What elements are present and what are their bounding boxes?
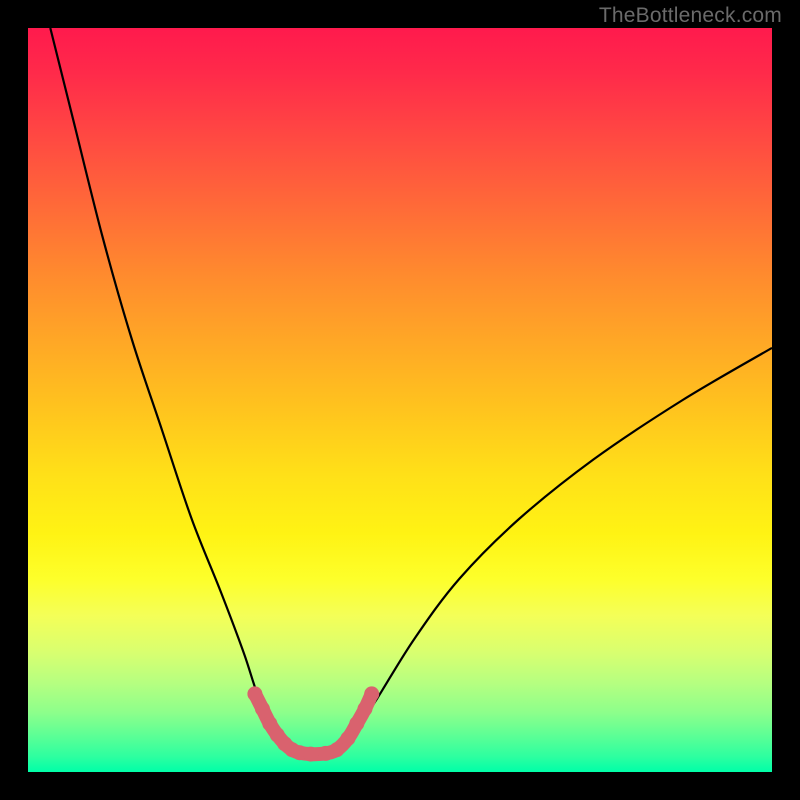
- bottleneck-curve: [50, 28, 772, 754]
- minimum-highlight-dot: [340, 731, 355, 746]
- curve-overlay: [28, 28, 772, 772]
- watermark-text: TheBottleneck.com: [599, 4, 782, 28]
- minimum-highlight-dot: [358, 701, 373, 716]
- minimum-highlight-dot: [329, 742, 344, 757]
- minimum-highlight-dot: [364, 686, 379, 701]
- minimum-highlight: [247, 686, 379, 761]
- chart-frame: TheBottleneck.com: [0, 0, 800, 800]
- plot-area: [28, 28, 772, 772]
- bottleneck-curve-line: [50, 28, 772, 754]
- minimum-highlight-dot: [349, 716, 364, 731]
- minimum-highlight-dot: [247, 686, 262, 701]
- minimum-highlight-dot: [303, 747, 318, 762]
- minimum-highlight-dot: [255, 701, 270, 716]
